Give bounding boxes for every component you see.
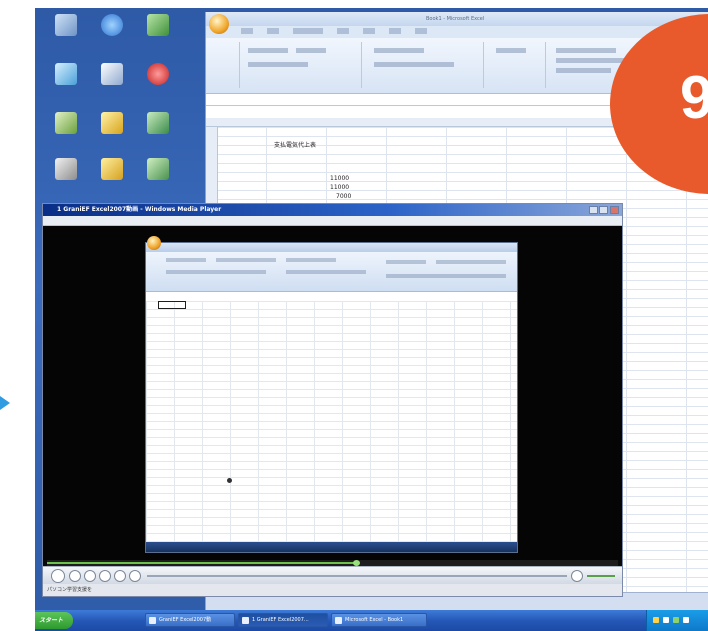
user-folder-icon[interactable] bbox=[41, 63, 91, 88]
shuffle-icon[interactable] bbox=[129, 570, 141, 582]
network-icon[interactable] bbox=[133, 14, 183, 39]
status-text: パソコン学習支援を bbox=[47, 587, 93, 593]
screenshot-stage: Book1 - Microsoft Excel 支払電気代上表 11000 11… bbox=[0, 0, 708, 631]
taskbar: スタート GraniEF Excel2007動 1 GraniEF Excel2… bbox=[35, 610, 708, 631]
minimize-icon[interactable] bbox=[589, 206, 598, 214]
excel-file-icon[interactable] bbox=[87, 158, 137, 183]
media-player-status-bar: パソコン学習支援を bbox=[43, 584, 622, 596]
tray-icon-3[interactable] bbox=[673, 617, 679, 623]
media-player-toolbar[interactable] bbox=[43, 216, 622, 226]
media-player-title: 1 GraniEF Excel2007動画 - Windows Media Pl… bbox=[57, 206, 222, 213]
my-computer-icon[interactable] bbox=[41, 14, 91, 39]
cell-value-1[interactable]: 11000 bbox=[330, 175, 349, 182]
system-tray[interactable] bbox=[646, 610, 708, 631]
media-player-title-bar[interactable]: 1 GraniEF Excel2007動画 - Windows Media Pl… bbox=[43, 204, 622, 216]
stop-icon[interactable] bbox=[69, 570, 81, 582]
maximize-icon[interactable] bbox=[599, 206, 608, 214]
tray-icon-4[interactable] bbox=[683, 617, 689, 623]
video-excel-ribbon bbox=[146, 252, 517, 292]
office-help-icon[interactable] bbox=[41, 158, 91, 183]
windows-media-player-icon[interactable] bbox=[87, 63, 137, 88]
video-excel-selected-cell bbox=[158, 301, 186, 309]
cell-title[interactable]: 支払電気代上表 bbox=[274, 140, 316, 149]
excel-icon bbox=[335, 617, 342, 624]
controls-divider bbox=[147, 575, 567, 577]
video-excel-title bbox=[146, 243, 517, 252]
cell-value-2[interactable]: 11000 bbox=[330, 184, 349, 191]
taskbar-item-2[interactable]: 1 GraniEF Excel2007... bbox=[238, 613, 328, 627]
mute-icon[interactable] bbox=[114, 570, 126, 582]
video-frame-excel bbox=[145, 242, 518, 553]
next-icon[interactable] bbox=[99, 570, 111, 582]
recycle-bin-icon[interactable] bbox=[133, 63, 183, 88]
mouse-cursor-icon bbox=[227, 478, 232, 483]
office-icon[interactable] bbox=[41, 112, 91, 137]
video-office-button-icon bbox=[147, 236, 161, 250]
messenger-icon[interactable] bbox=[87, 112, 137, 137]
media-player-window[interactable]: 1 GraniEF Excel2007動画 - Windows Media Pl… bbox=[42, 203, 623, 597]
video-excel-grid bbox=[146, 301, 517, 542]
tray-icon-2[interactable] bbox=[663, 617, 669, 623]
window-icon bbox=[149, 617, 156, 624]
playback-controls[interactable] bbox=[43, 566, 622, 584]
window-icon bbox=[242, 617, 249, 624]
excel-title-bar[interactable]: Book1 - Microsoft Excel bbox=[206, 12, 708, 26]
tray-icon-1[interactable] bbox=[653, 617, 659, 623]
volume-icon[interactable] bbox=[571, 570, 583, 582]
internet-explorer-icon[interactable] bbox=[87, 14, 137, 39]
video-taskbar bbox=[146, 542, 517, 552]
taskbar-item-3[interactable]: Microsoft Excel - Book1 bbox=[331, 613, 427, 627]
step-number: 9 bbox=[680, 64, 708, 131]
start-button[interactable]: スタート bbox=[35, 612, 73, 629]
cell-value-3[interactable]: 7000 bbox=[336, 193, 351, 200]
shortcut-icon[interactable] bbox=[133, 112, 183, 137]
folder-icon[interactable] bbox=[133, 158, 183, 183]
video-area[interactable] bbox=[43, 226, 622, 560]
previous-icon[interactable] bbox=[84, 570, 96, 582]
excel-ribbon-tabs[interactable] bbox=[206, 26, 708, 38]
close-icon[interactable] bbox=[610, 206, 619, 214]
volume-slider[interactable] bbox=[587, 575, 615, 577]
play-pause-icon[interactable] bbox=[51, 569, 65, 583]
taskbar-item-1[interactable]: GraniEF Excel2007動 bbox=[145, 613, 235, 627]
office-button-icon[interactable] bbox=[209, 14, 229, 34]
arrow-right-icon bbox=[0, 396, 10, 410]
